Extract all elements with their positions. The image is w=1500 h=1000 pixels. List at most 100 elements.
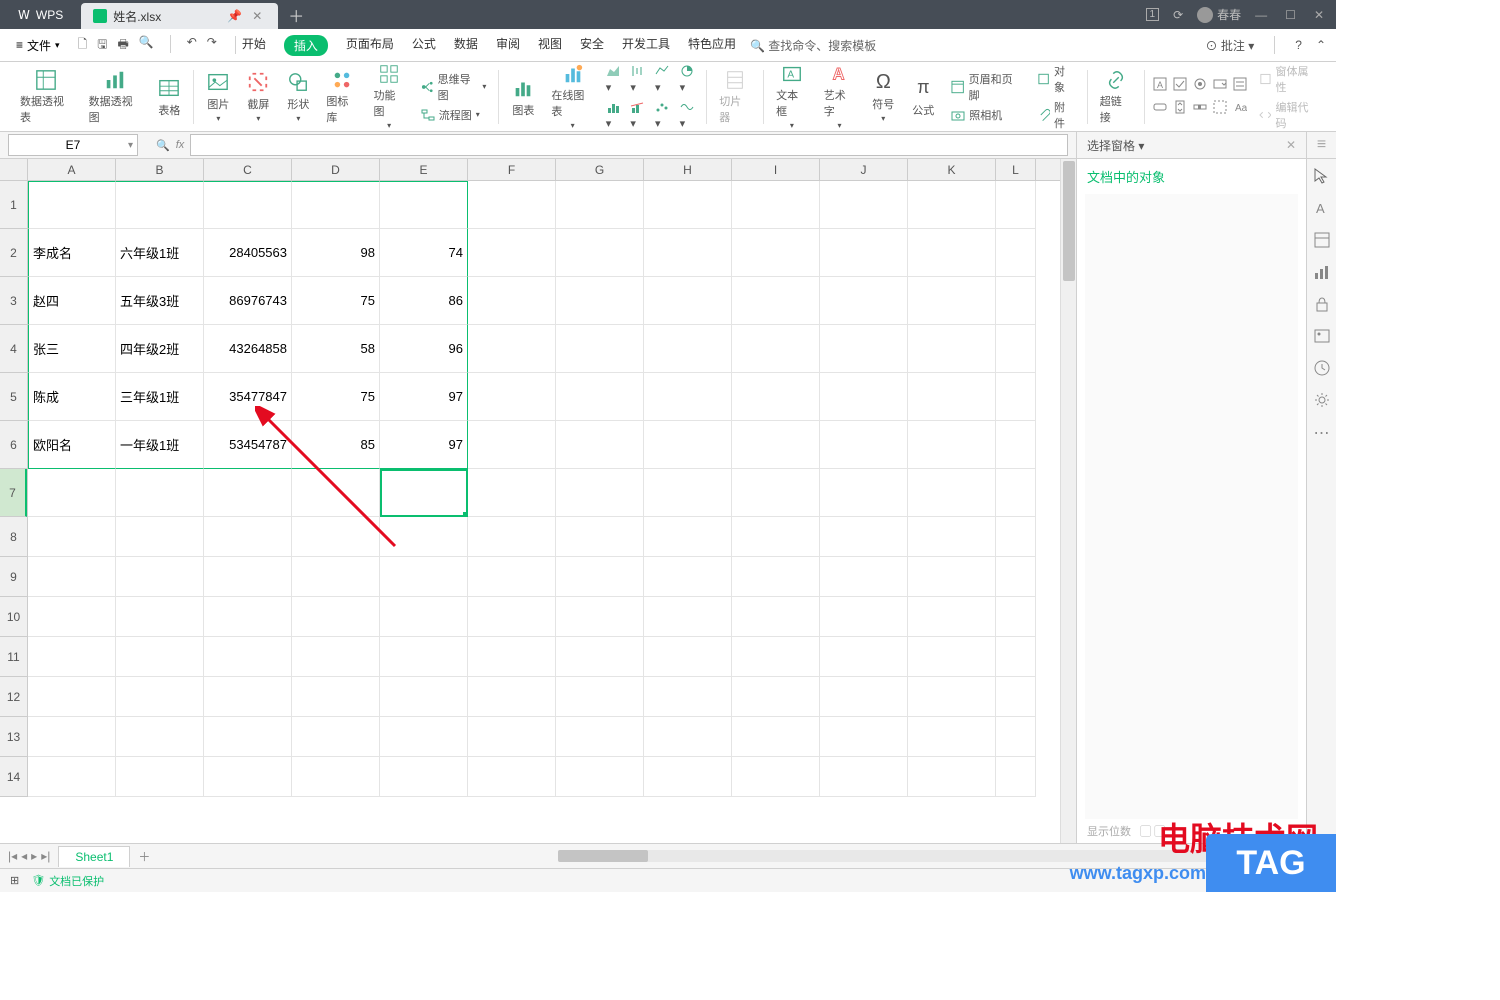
cell[interactable] xyxy=(820,557,908,597)
cell[interactable] xyxy=(380,717,468,757)
picture-button[interactable]: 图片▾ xyxy=(202,67,234,127)
add-sheet-button[interactable]: ＋ xyxy=(130,848,158,865)
cell[interactable] xyxy=(820,373,908,421)
cell[interactable] xyxy=(996,229,1036,277)
functions-button[interactable]: 功能图▾ xyxy=(370,67,409,127)
row-header[interactable]: 4 xyxy=(0,325,27,373)
cell[interactable]: 58 xyxy=(292,325,380,373)
cell[interactable] xyxy=(292,557,380,597)
cell[interactable] xyxy=(116,517,204,557)
annotate-button[interactable]: ⊙ 批注 ▾ xyxy=(1206,37,1255,54)
cell[interactable]: 43264858 xyxy=(204,325,292,373)
cell[interactable] xyxy=(644,181,732,229)
cell[interactable] xyxy=(644,229,732,277)
cell[interactable] xyxy=(380,757,468,797)
cell[interactable] xyxy=(820,637,908,677)
equation-button[interactable]: π 公式 xyxy=(907,67,939,127)
cell[interactable] xyxy=(468,677,556,717)
cell[interactable] xyxy=(908,677,996,717)
camera-button[interactable]: 照相机 xyxy=(947,106,1025,124)
first-sheet-icon[interactable]: |◂ xyxy=(8,849,17,863)
cell[interactable] xyxy=(556,373,644,421)
cell[interactable]: 53454787 xyxy=(204,421,292,469)
cell[interactable] xyxy=(468,757,556,797)
cell[interactable] xyxy=(644,717,732,757)
spreadsheet-grid[interactable]: ABCDEFGHIJKL 1234567891011121314 李成名六年级1… xyxy=(0,159,1060,843)
cells-grid[interactable]: 李成名六年级1班284055639874赵四五年级3班869767437586张… xyxy=(28,181,1036,797)
col-header-L[interactable]: L xyxy=(996,159,1036,180)
cell[interactable] xyxy=(292,181,380,229)
cell[interactable] xyxy=(644,373,732,421)
cell[interactable] xyxy=(556,421,644,469)
next-sheet-icon[interactable]: ▸ xyxy=(31,849,37,863)
cell[interactable] xyxy=(820,757,908,797)
cell[interactable] xyxy=(820,277,908,325)
cell[interactable]: 86 xyxy=(380,277,468,325)
tab-developer[interactable]: 开发工具 xyxy=(622,35,670,56)
cell[interactable] xyxy=(908,557,996,597)
symbol-button[interactable]: Ω 符号▾ xyxy=(867,67,899,127)
cell[interactable] xyxy=(116,757,204,797)
cell[interactable] xyxy=(996,517,1036,557)
cell[interactable] xyxy=(556,677,644,717)
cell[interactable]: 李成名 xyxy=(28,229,116,277)
cell[interactable] xyxy=(820,597,908,637)
grid-icon[interactable]: 1 xyxy=(1146,8,1160,21)
row-header[interactable]: 13 xyxy=(0,717,27,757)
tab-page-layout[interactable]: 页面布局 xyxy=(346,35,394,56)
cell[interactable]: 三年级1班 xyxy=(116,373,204,421)
cell[interactable] xyxy=(820,229,908,277)
cell[interactable]: 75 xyxy=(292,373,380,421)
more-icon[interactable]: ⋯ xyxy=(1314,423,1330,443)
cell[interactable]: 97 xyxy=(380,421,468,469)
cell[interactable]: 98 xyxy=(292,229,380,277)
cell[interactable] xyxy=(644,517,732,557)
cell[interactable] xyxy=(116,597,204,637)
sheet-tab-1[interactable]: Sheet1 xyxy=(58,846,130,867)
cell[interactable] xyxy=(644,277,732,325)
cell[interactable] xyxy=(732,373,820,421)
name-box[interactable]: E7 xyxy=(8,134,138,156)
cell[interactable]: 96 xyxy=(380,325,468,373)
object-button[interactable]: 对象 xyxy=(1033,62,1079,96)
tab-data[interactable]: 数据 xyxy=(454,35,478,56)
tab-security[interactable]: 安全 xyxy=(580,35,604,56)
cell[interactable] xyxy=(556,277,644,325)
cell[interactable] xyxy=(204,557,292,597)
scatter-chart-icon[interactable]: ▾ xyxy=(655,100,674,130)
col-header-F[interactable]: F xyxy=(468,159,556,180)
image-icon[interactable] xyxy=(1313,327,1331,345)
pie-chart-icon[interactable]: ▾ xyxy=(680,64,699,94)
checkbox-control-icon[interactable]: A xyxy=(1153,77,1167,94)
wps-home-tab[interactable]: 𝖶 WPS xyxy=(0,0,81,29)
cell[interactable] xyxy=(204,469,292,517)
cell[interactable] xyxy=(28,637,116,677)
cell[interactable] xyxy=(204,717,292,757)
cell[interactable] xyxy=(820,517,908,557)
cell[interactable] xyxy=(908,757,996,797)
window-close-icon[interactable]: ✕ xyxy=(1314,8,1324,22)
cell[interactable] xyxy=(732,517,820,557)
cell[interactable] xyxy=(732,469,820,517)
cell[interactable] xyxy=(28,677,116,717)
list-control-icon[interactable] xyxy=(1233,77,1247,94)
cell[interactable]: 28405563 xyxy=(204,229,292,277)
cell[interactable] xyxy=(28,517,116,557)
cell[interactable] xyxy=(28,757,116,797)
pin-icon[interactable]: 📌 xyxy=(227,9,242,23)
style-icon[interactable]: A xyxy=(1313,199,1331,217)
wordart-button[interactable]: A 艺术字▾ xyxy=(820,67,860,127)
cell[interactable] xyxy=(468,373,556,421)
cell[interactable] xyxy=(468,557,556,597)
cell[interactable] xyxy=(908,325,996,373)
cell[interactable] xyxy=(28,717,116,757)
settings-icon[interactable] xyxy=(1313,391,1331,409)
row-header[interactable]: 10 xyxy=(0,597,27,637)
cell[interactable] xyxy=(644,557,732,597)
rail-toggle-icon[interactable]: ≡ xyxy=(1306,132,1336,158)
pane-body[interactable] xyxy=(1085,194,1298,819)
cell[interactable] xyxy=(380,517,468,557)
col-header-K[interactable]: K xyxy=(908,159,996,180)
protection-status[interactable]: 🛡 文档已保护 xyxy=(31,873,104,889)
cell[interactable] xyxy=(732,557,820,597)
